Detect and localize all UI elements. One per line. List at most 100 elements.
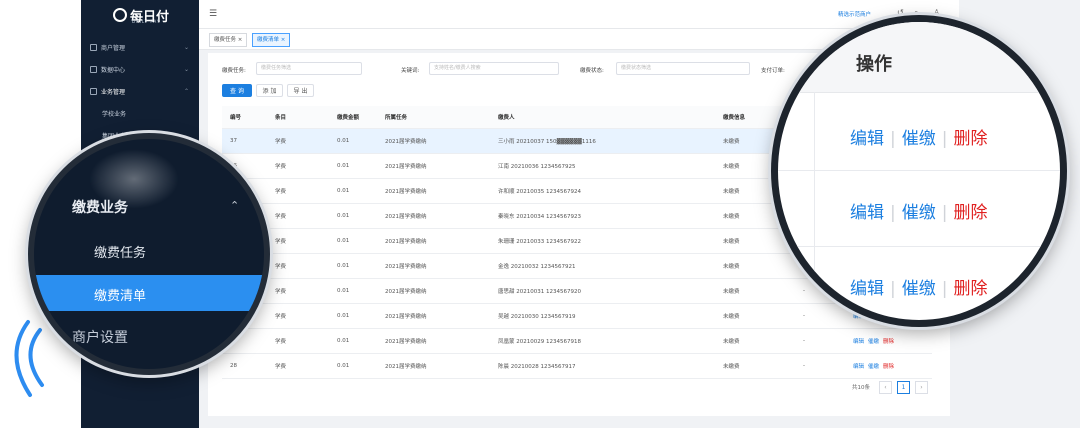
cell-item: 学费 xyxy=(267,178,329,204)
ops-row-zoom: 编辑 | 催缴 | 删除 xyxy=(850,198,993,223)
edit-link[interactable]: 编辑 xyxy=(850,129,884,149)
separator: | xyxy=(941,129,948,149)
urge-link[interactable]: 催缴 xyxy=(902,203,936,223)
cell-task: 2021届学费缴纳 xyxy=(377,228,490,254)
pager-next-button[interactable]: › xyxy=(915,381,928,394)
cell-task: 2021届学费缴纳 xyxy=(377,128,490,154)
cell-amount: 0.01 xyxy=(329,178,377,204)
cell-info: 未缴费 xyxy=(715,328,795,354)
cell-amount: 0.01 xyxy=(329,303,377,329)
chevron-up-icon: ⌃ xyxy=(183,87,189,95)
delete-link[interactable]: 删除 xyxy=(953,129,987,149)
separator: | xyxy=(890,203,896,223)
cell-payer: 许和顺 20210035 1234567924 xyxy=(490,178,715,204)
delete-link[interactable]: 删除 xyxy=(953,279,987,299)
keyword-input[interactable]: 支持姓名/缴费人搜索 xyxy=(429,62,559,75)
menu-toggle-icon[interactable]: ☰ xyxy=(209,9,217,19)
cell-extra: - xyxy=(795,328,845,354)
col-header-id: 编号 xyxy=(222,106,267,129)
chevron-down-icon: ⌄ xyxy=(230,329,240,342)
edit-link[interactable]: 编辑 xyxy=(850,279,884,299)
edit-link[interactable]: 编辑 xyxy=(853,364,864,370)
cell-info: 未缴费 xyxy=(715,353,795,379)
col-header-payer: 缴费人 xyxy=(490,106,715,129)
cell-payer: 吴越 20210030 1234567919 xyxy=(490,303,715,329)
logo-subtext: DAILY PAY xyxy=(132,19,161,24)
magnifier-sidebar: 缴费业务 ⌃ 缴费任务 缴费清单 商户设置 ⌄ 缴营 xyxy=(28,133,270,375)
ops-header-background xyxy=(778,22,1060,93)
cell-payer: 三小雨 20210037 150▓▓▓▓▓▓1116 xyxy=(490,128,715,154)
cell-item: 学费 xyxy=(267,128,329,154)
status-filter-select[interactable]: 缴费状态筛选 xyxy=(616,62,750,75)
cell-payer: 朱珊珊 20210033 1234567922 xyxy=(490,228,715,254)
app-logo[interactable]: 每日付 DAILY PAY xyxy=(113,4,183,26)
cell-payer: 凤凰蒙 20210029 1234567918 xyxy=(490,328,715,354)
col-header-amount: 缴费金额 xyxy=(329,106,377,129)
screenshot-canvas: 每日付 DAILY PAY 商户管理 ⌄ 数据中心 ⌄ 业务管理 ⌃ 学校业务 … xyxy=(0,0,1080,428)
logo-icon xyxy=(113,8,127,22)
pager-total: 共10条 xyxy=(852,385,870,391)
cell-amount: 0.01 xyxy=(329,128,377,154)
cell-amount: 0.01 xyxy=(329,278,377,304)
separator: | xyxy=(890,279,896,299)
sidebar-item-merchant-management[interactable]: 商户管理 ⌄ xyxy=(81,36,199,58)
pager-prev-button[interactable]: ‹ xyxy=(879,381,892,394)
search-button[interactable]: 查 询 xyxy=(222,84,252,97)
cell-id: 28 xyxy=(222,353,267,379)
urge-link[interactable]: 催缴 xyxy=(902,129,936,149)
urge-link[interactable]: 催缴 xyxy=(868,364,879,370)
cell-info: 未缴费 xyxy=(715,253,795,279)
task-filter-label: 缴费任务: xyxy=(222,68,246,74)
menu-group-payment-business[interactable]: 缴费业务 xyxy=(72,197,128,217)
sidebar-item-business-management[interactable]: 业务管理 ⌃ xyxy=(81,80,199,102)
cell-extra: - xyxy=(795,303,845,329)
cell-item: 学费 xyxy=(267,303,329,329)
cell-payer: 江南 20210036 1234567925 xyxy=(490,153,715,179)
delete-link[interactable]: 删除 xyxy=(883,339,894,345)
menu-item-payment-task[interactable]: 缴费任务 xyxy=(94,242,146,261)
table-row[interactable]: 29 学费 0.01 2021届学费缴纳 凤凰蒙 20210029 1234567918… xyxy=(222,328,932,354)
cell-item: 学费 xyxy=(267,353,329,379)
sidebar-item-label: 业务管理 xyxy=(101,88,126,96)
sidebar-item-data-center[interactable]: 数据中心 ⌄ xyxy=(81,58,199,80)
cell-amount: 0.01 xyxy=(329,228,377,254)
menu-item-payment-list[interactable]: 缴费清单 xyxy=(94,285,146,304)
tab-payment-task[interactable]: 缴费任务 × xyxy=(209,33,248,47)
cell-payer: 陈晨 20210028 1234567917 xyxy=(490,353,715,379)
menu-item-merchant-settings[interactable]: 商户设置 xyxy=(72,327,128,347)
row-divider xyxy=(778,246,1060,247)
column-divider xyxy=(814,92,815,320)
urge-link[interactable]: 催缴 xyxy=(868,339,879,345)
edit-link[interactable]: 编辑 xyxy=(853,339,864,345)
edit-link[interactable]: 编辑 xyxy=(850,203,884,223)
cell-extra: - xyxy=(795,353,845,379)
urge-link[interactable]: 催缴 xyxy=(902,279,936,299)
table-row[interactable]: 28 学费 0.01 2021届学费缴纳 陈晨 20210028 1234567917 未… xyxy=(222,353,932,379)
delete-link[interactable]: 删除 xyxy=(883,364,894,370)
cell-payer: 唐思甜 20210031 1234567920 xyxy=(490,278,715,304)
cell-task: 2021届学费缴纳 xyxy=(377,303,490,329)
cell-item: 学费 xyxy=(267,328,329,354)
cell-task: 2021届学费缴纳 xyxy=(377,178,490,204)
table-row[interactable]: 30学费0.012021届学费缴纳吴越 20210030 1234567919未… xyxy=(222,303,932,329)
export-button[interactable]: 导 出 xyxy=(287,84,314,97)
cell-item: 学费 xyxy=(267,228,329,254)
cell-amount: 0.01 xyxy=(329,328,377,354)
task-filter-input[interactable]: 缴费任务筛选 xyxy=(256,62,362,75)
separator: | xyxy=(890,129,896,149)
tab-payment-list[interactable]: 缴费清单 × xyxy=(252,33,291,47)
status-filter-label: 缴费状态: xyxy=(580,68,604,74)
cell-item: 学费 xyxy=(267,253,329,279)
home-icon xyxy=(90,43,97,51)
keyword-label: 关键词: xyxy=(401,68,420,74)
cell-item: 学费 xyxy=(267,153,329,179)
pager-page-1[interactable]: 1 xyxy=(897,381,910,394)
add-button[interactable]: 添 加 xyxy=(256,84,283,97)
col-header-item: 条目 xyxy=(267,106,329,129)
delete-link[interactable]: 删除 xyxy=(953,203,987,223)
cell-task: 2021届学费缴纳 xyxy=(377,278,490,304)
separator: | xyxy=(941,279,948,299)
magnifier-operations: 操作 编辑 | 催缴 | 删除 编辑 | 催缴 | 删除 编辑 | 催缴 | 删除 xyxy=(771,15,1067,327)
merchant-switch-link[interactable]: 精选示范商户 xyxy=(838,10,871,18)
separator: | xyxy=(941,203,948,223)
